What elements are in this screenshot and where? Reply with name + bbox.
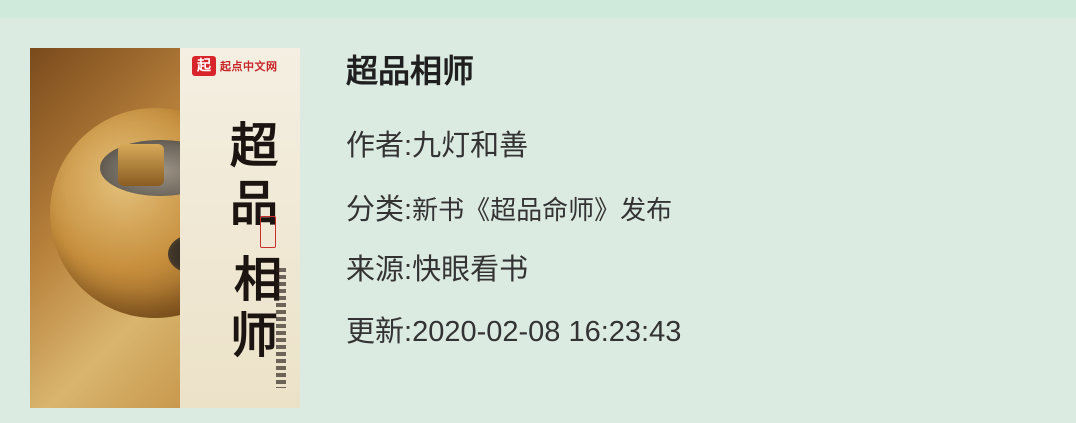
cover-title-glyph-4: 师 [230,308,279,364]
source-value: 快眼看书 [412,254,529,286]
top-strip [0,0,1076,18]
book-cover[interactable]: 起 起点中文网 超 品 相 师 [30,48,300,408]
qidian-logo-icon: 起 [192,56,216,76]
author-value[interactable]: 九灯和善 [412,130,528,162]
cover-seal-icon [260,216,276,248]
cover-cylinder-art [118,144,164,186]
updated-value: 2020-02-08 16:23:43 [412,316,682,348]
author-line: 作者:九灯和善 [346,122,528,164]
category-label: 分类: [346,194,413,226]
author-label: 作者: [346,130,413,162]
source-label: 来源: [346,254,413,286]
category-line: 分类:新书《超品命师》发布 [346,186,672,228]
cover-small-print [276,268,286,388]
updated-line: 更新:2020-02-08 16:23:43 [346,308,681,350]
cover-logo-text: 起点中文网 [220,60,278,73]
book-title[interactable]: 超品相师 [346,46,474,92]
updated-label: 更新: [346,316,413,348]
cover-title-glyph-1: 超 [230,118,279,174]
source-line: 来源:快眼看书 [346,246,528,288]
book-card[interactable]: 起 起点中文网 超 品 相 师 超品相师 作者:九灯和善 分类:新书《超品命师》… [0,18,1076,423]
category-value: 新书《超品命师》发布 [412,195,673,225]
cover-title-glyph-3: 相 [234,252,283,308]
